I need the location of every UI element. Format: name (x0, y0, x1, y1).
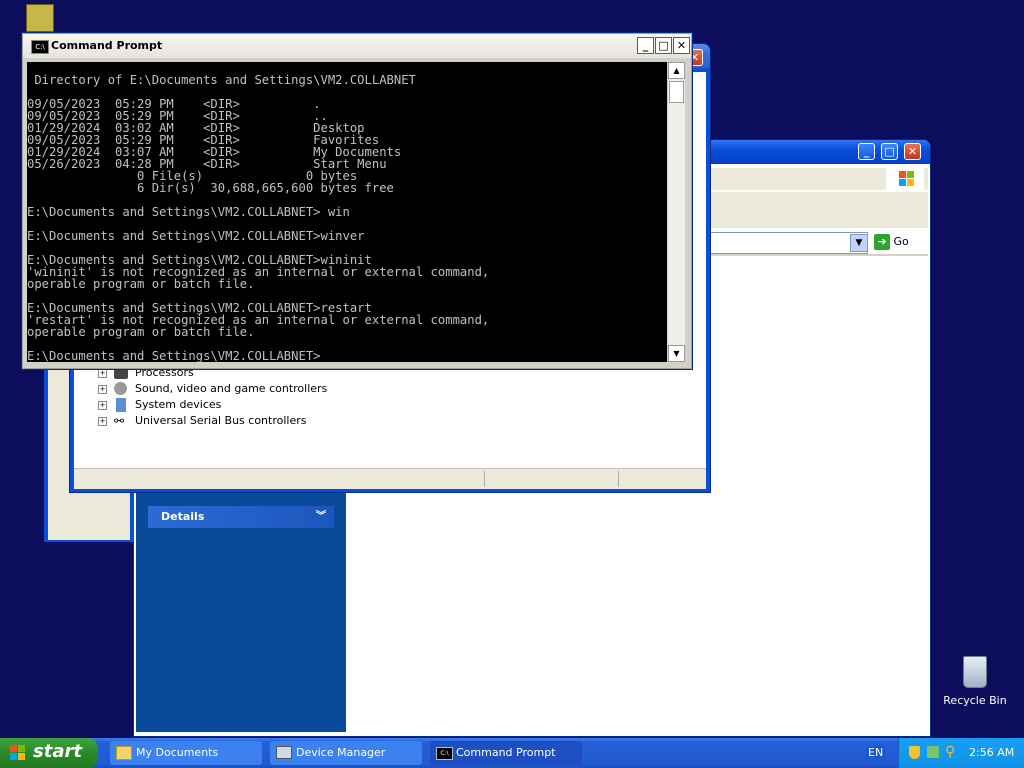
explorer-minimize-button[interactable]: _ (858, 143, 875, 160)
expand-icon[interactable]: + (98, 385, 107, 394)
recycle-bin-label: Recycle Bin (943, 694, 1007, 707)
command-prompt-window: C:\ Command Prompt _ □ ✕ Directory of E:… (22, 33, 692, 369)
expand-icon[interactable]: + (98, 369, 107, 378)
start-label: start (33, 741, 82, 762)
system-devices-icon (116, 398, 126, 412)
taskbar-item-label: Command Prompt (456, 746, 556, 759)
details-panel-header[interactable]: Details ︾ (148, 506, 334, 528)
tree-item-sound[interactable]: + Sound, video and game controllers (98, 382, 598, 398)
start-button[interactable]: start (0, 738, 98, 768)
scroll-thumb[interactable] (669, 81, 684, 103)
sound-icon (114, 382, 127, 395)
expand-icon[interactable]: + (98, 401, 107, 410)
tree-item-label: Sound, video and game controllers (135, 382, 328, 395)
explorer-maximize-button[interactable]: □ (881, 143, 898, 160)
device-tree: + Processors + Sound, video and game con… (98, 366, 598, 430)
windows-flag-icon (10, 745, 26, 761)
desktop-icon-top[interactable] (26, 4, 54, 32)
folder-icon (116, 746, 132, 760)
taskbar-item-label: Device Manager (296, 746, 386, 759)
clock: 2:56 AM (969, 746, 1015, 759)
chevron-down-icon[interactable]: ︾ (316, 506, 326, 528)
expand-icon[interactable]: + (98, 417, 107, 426)
cmd-maximize-button[interactable]: □ (655, 37, 672, 54)
address-dropdown-button[interactable]: ▼ (850, 234, 868, 252)
taskbar-item-device-manager[interactable]: Device Manager (270, 741, 422, 765)
security-shield-icon[interactable] (909, 746, 920, 759)
console-line: operable program or batch file. (27, 277, 255, 291)
cmd-minimize-button[interactable]: _ (637, 37, 654, 54)
explorer-close-button[interactable]: ✕ (904, 143, 921, 160)
console-line: 6 Dir(s) 30,688,665,600 bytes free (27, 181, 394, 195)
computer-icon (276, 746, 292, 759)
taskbar-item-my-documents[interactable]: My Documents (110, 741, 262, 765)
taskbar-item-command-prompt[interactable]: C:\ Command Prompt (430, 741, 582, 765)
console-output[interactable]: Directory of E:\Documents and Settings\V… (27, 62, 667, 362)
language-indicator[interactable]: EN (866, 746, 886, 759)
console-line: E:\Documents and Settings\VM2.COLLABNET>… (27, 229, 365, 243)
go-button[interactable]: ➔ Go (874, 234, 924, 252)
address-bar[interactable] (710, 232, 868, 254)
console-line: E:\Documents and Settings\VM2.COLLABNET> (27, 349, 321, 362)
tree-item-label: Universal Serial Bus controllers (135, 414, 307, 427)
taskbar-item-label: My Documents (136, 746, 219, 759)
network-icon[interactable] (927, 746, 939, 758)
console-line: operable program or batch file. (27, 325, 255, 339)
tree-item-system[interactable]: + System devices (98, 398, 598, 414)
system-tray: ⚲ 2:56 AM (898, 738, 1024, 768)
device-manager-statusbar (74, 468, 706, 489)
console-line: E:\Documents and Settings\VM2.COLLABNET>… (27, 205, 350, 219)
explorer-toolbar (710, 192, 928, 228)
recycle-bin[interactable]: Recycle Bin (940, 656, 1010, 707)
tree-item-label: System devices (135, 398, 222, 411)
taskbar: start My Documents Device Manager C:\ Co… (0, 738, 1024, 768)
console-line: Directory of E:\Documents and Settings\V… (27, 73, 416, 87)
tree-item-usb[interactable]: + ⚯ Universal Serial Bus controllers (98, 414, 598, 430)
cmd-title: Command Prompt (51, 39, 163, 52)
windows-logo-icon (886, 168, 924, 190)
details-label: Details (161, 510, 205, 523)
scroll-down-arrow-icon[interactable]: ▼ (668, 345, 685, 362)
explorer-toolbar-bottom (710, 254, 928, 256)
scroll-up-arrow-icon[interactable]: ▲ (668, 62, 685, 79)
cmd-icon: C:\ (31, 40, 49, 54)
go-arrow-icon: ➔ (874, 234, 890, 250)
go-label: Go (893, 235, 909, 248)
recycle-bin-icon (963, 656, 987, 688)
cmd-icon: C:\ (436, 747, 453, 760)
search-icon[interactable]: ⚲ (945, 744, 955, 760)
cmd-close-button[interactable]: ✕ (673, 37, 690, 54)
usb-icon: ⚯ (114, 414, 125, 428)
cmd-scrollbar[interactable]: ▲ ▼ (668, 62, 685, 362)
